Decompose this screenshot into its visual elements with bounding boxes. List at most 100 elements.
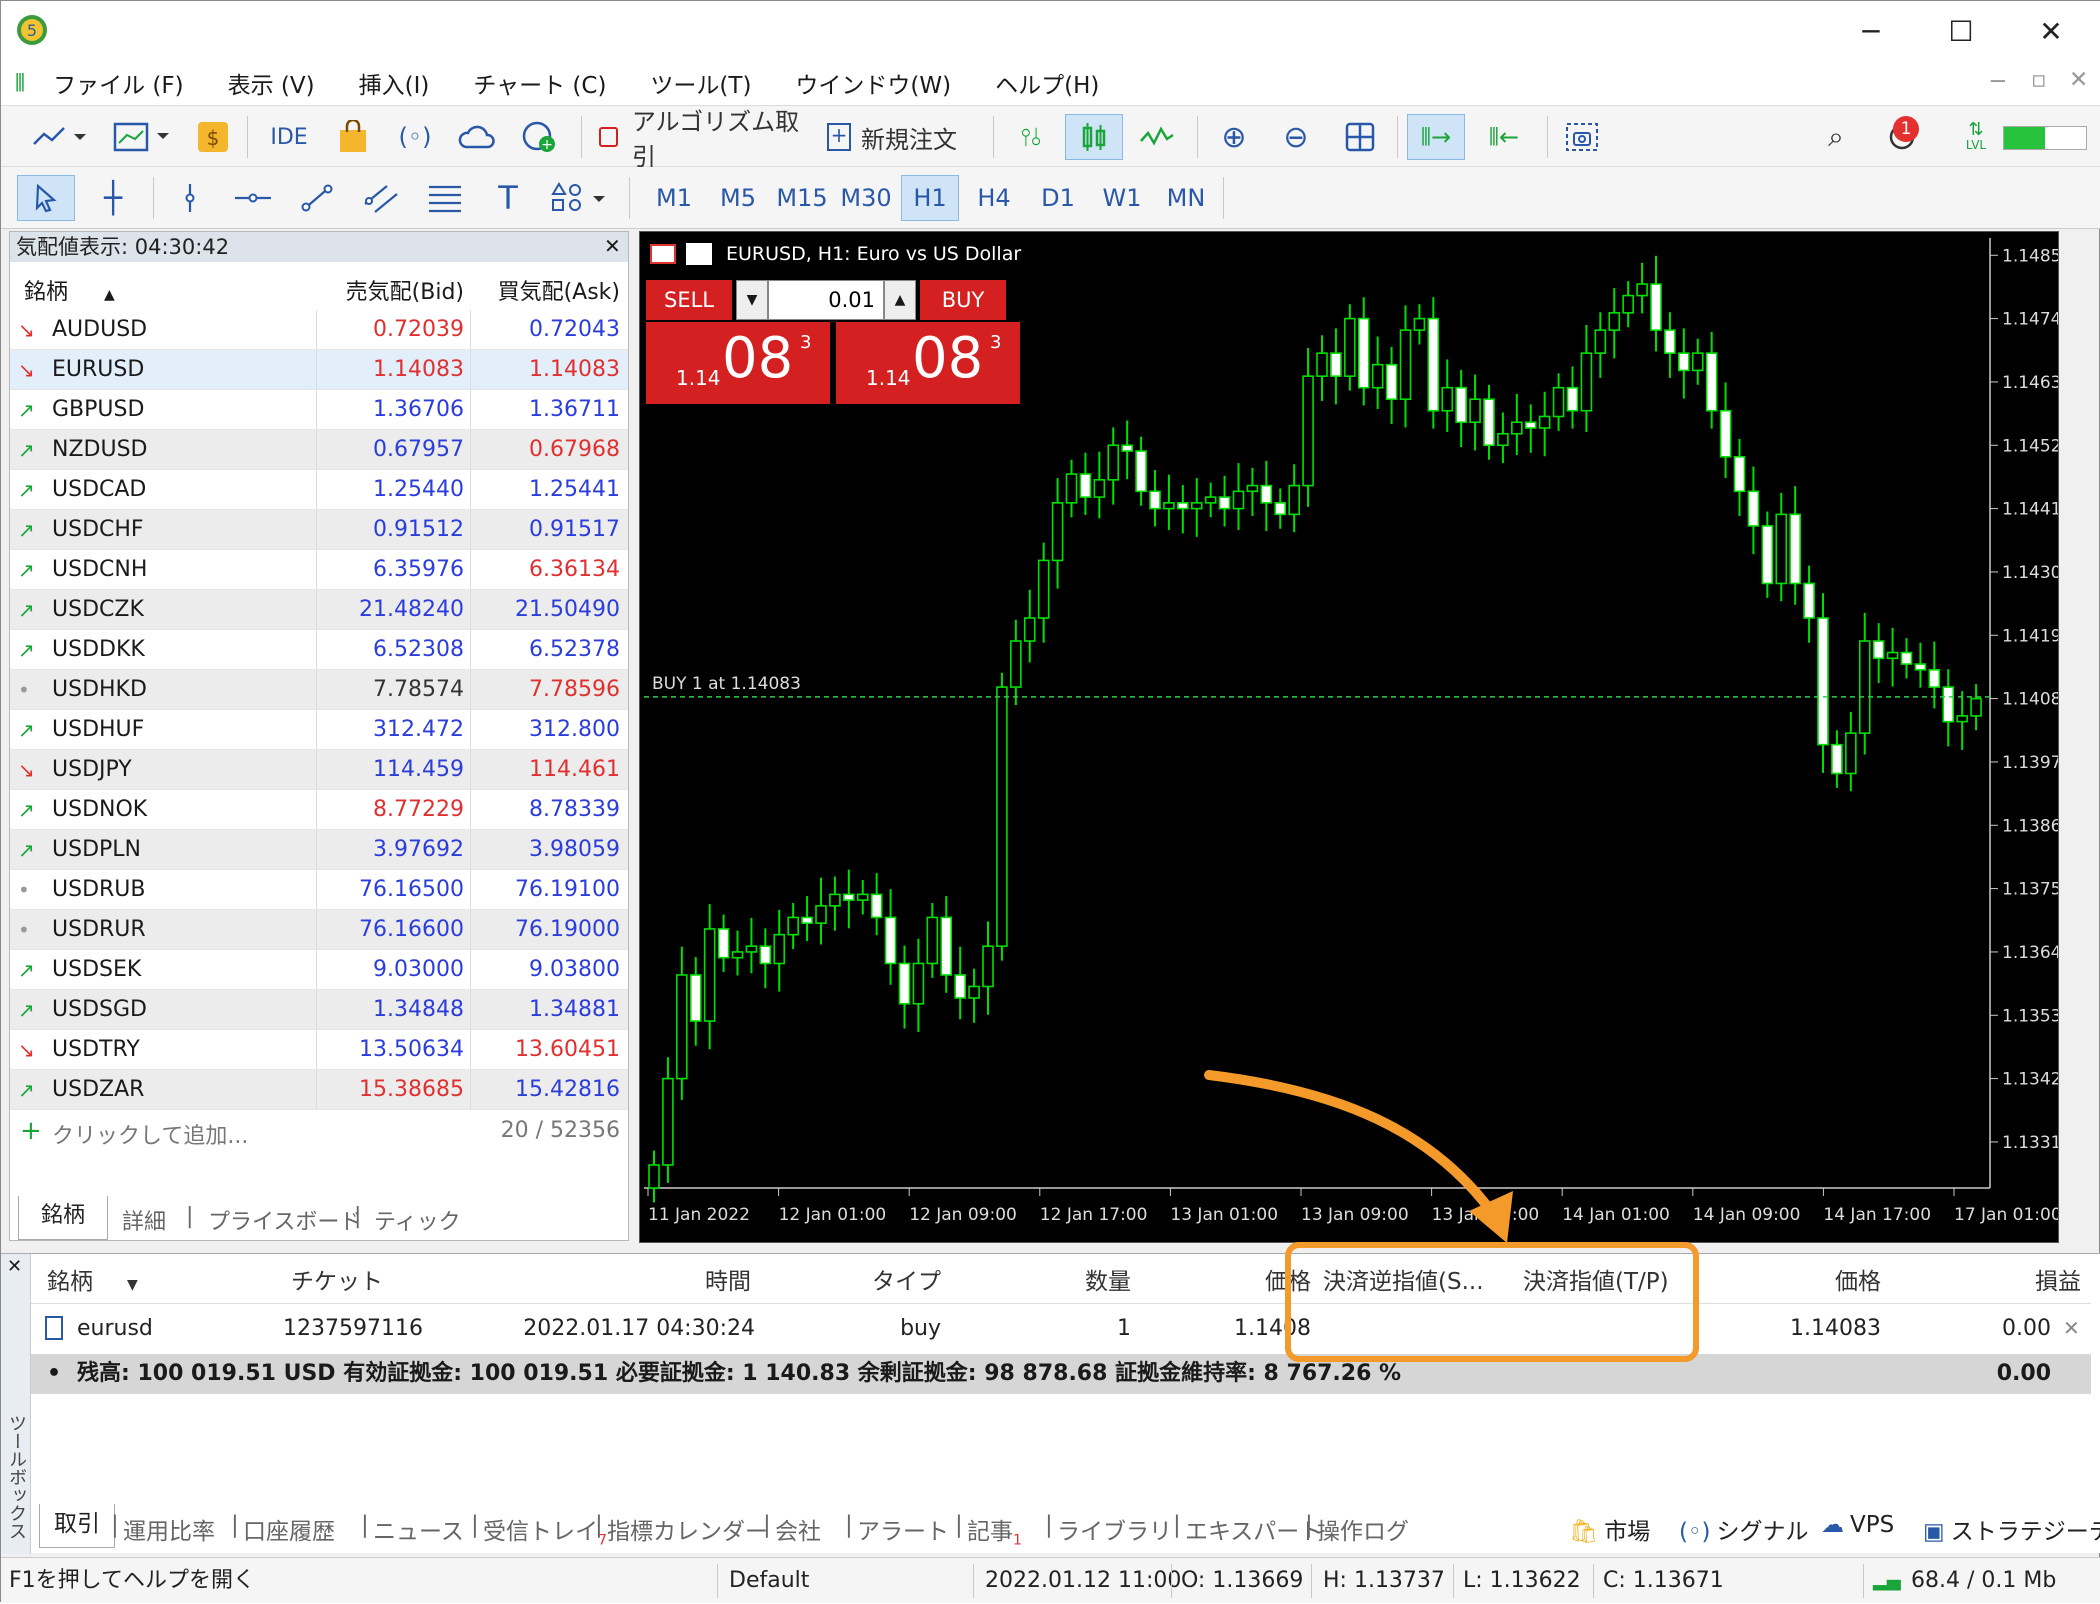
tab-exposure[interactable]: 運用比率 (123, 1512, 215, 1546)
market-watch-row[interactable]: ↗ USDSEK 9.03000 9.03800 (10, 950, 628, 990)
tf-mn[interactable]: MN (1157, 175, 1215, 221)
col-ask-header[interactable]: 買気配(Ask) (480, 274, 620, 306)
mdi-restore-icon[interactable]: ▫ (2031, 67, 2047, 93)
strategy-tester-tab[interactable]: ▣ストラテジーテスタ (1923, 1512, 2100, 1546)
sell-price-box[interactable]: 1.14 08 3 (646, 322, 830, 404)
tf-m5[interactable]: M5 (709, 175, 767, 221)
close-button[interactable]: ✕ (2011, 1, 2091, 61)
signal-icon[interactable]: (◦) (393, 114, 437, 160)
add-symbol-row[interactable]: + クリックして追加... 20 / 52356 (10, 1110, 628, 1154)
market-watch-row[interactable]: ↘ USDJPY 114.459 114.461 (10, 750, 628, 790)
col-time-header[interactable]: 時間 (631, 1262, 751, 1296)
market-watch-row[interactable]: • USDRUB 76.16500 76.19100 (10, 870, 628, 910)
mdi-close-icon[interactable]: ✕ (2069, 67, 2088, 93)
market-watch-row[interactable]: ↗ USDSGD 1.34848 1.34881 (10, 990, 628, 1030)
algo-trading-button[interactable]: アルゴリズム取引 (599, 108, 809, 171)
shapes-icon[interactable] (545, 175, 617, 221)
signal-strength-icon[interactable]: ⇅ LVL (1953, 114, 1999, 160)
chart-shift-icon[interactable]: ⫴← (1475, 114, 1533, 160)
market-watch-row[interactable]: ↗ USDZAR 15.38685 15.42816 (10, 1070, 628, 1110)
vps-tab[interactable]: ☁ VPS (1821, 1512, 1894, 1538)
market-watch-row[interactable]: ↗ USDPLN 3.97692 3.98059 (10, 830, 628, 870)
position-row[interactable]: eurusd 1237597116 2022.01.17 04:30:24 bu… (31, 1304, 2091, 1354)
tab-ticks[interactable]: ティック (374, 1204, 461, 1236)
market-watch-row[interactable]: ↗ USDHUF 312.472 312.800 (10, 710, 628, 750)
status-profile[interactable]: Default (729, 1558, 809, 1604)
candlestick-icon[interactable] (1065, 114, 1123, 160)
tab-company[interactable]: 会社 (775, 1512, 821, 1546)
menu-file[interactable]: ファイル (F) (31, 66, 206, 100)
zoom-out-icon[interactable]: ⊖ (1271, 114, 1321, 160)
tab-details[interactable]: 詳細 (122, 1204, 166, 1236)
cursor-icon[interactable] (17, 175, 75, 221)
tile-windows-icon[interactable] (1335, 114, 1385, 160)
toolbox-close-icon[interactable]: ✕ (7, 1256, 22, 1277)
tab-mailbox[interactable]: 受信トレイ7 (483, 1512, 607, 1549)
col-price-header[interactable]: 価格 (1231, 1262, 1311, 1296)
col-type-header[interactable]: タイプ (851, 1262, 941, 1296)
col-bid-header[interactable]: 売気配(Bid) (334, 274, 464, 306)
fibonacci-icon[interactable] (419, 175, 471, 221)
tf-m1[interactable]: M1 (645, 175, 703, 221)
buy-price-box[interactable]: 1.14 08 3 (836, 322, 1020, 404)
market-watch-row[interactable]: ↘ EURUSD 1.14083 1.14083 (10, 350, 628, 390)
signals-tab[interactable]: (◦) シグナル (1679, 1512, 1809, 1546)
new-order-button[interactable]: + 新規注文 (827, 114, 977, 160)
volume-down-button[interactable]: ▼ (736, 280, 768, 320)
market-watch-row[interactable]: ↗ USDCAD 1.25440 1.25441 (10, 470, 628, 510)
market-watch-row[interactable]: ↗ USDCHF 0.91512 0.91517 (10, 510, 628, 550)
col-current-price-header[interactable]: 価格 (1771, 1262, 1881, 1296)
volume-up-button[interactable]: ▲ (884, 280, 916, 320)
col-symbol-header[interactable]: 銘柄 ▼ (47, 1262, 138, 1296)
tab-experts[interactable]: エキスパート (1185, 1512, 1322, 1546)
market-watch-row[interactable]: ↗ USDDKK 6.52308 6.52378 (10, 630, 628, 670)
tab-calendar[interactable]: 指標カレンダー (607, 1512, 768, 1546)
menu-tools[interactable]: ツール(T) (628, 66, 773, 100)
market-watch-row[interactable]: ↗ USDCZK 21.48240 21.50490 (10, 590, 628, 630)
tab-news[interactable]: ニュース (373, 1512, 464, 1546)
market-icon[interactable]: $ (191, 114, 235, 160)
web-terminal-icon[interactable]: + (517, 114, 561, 160)
tab-trade[interactable]: 取引 (39, 1504, 115, 1548)
text-tool-icon[interactable]: T (483, 175, 533, 221)
vertical-line-icon[interactable] (165, 175, 215, 221)
menu-chart[interactable]: チャート (C) (451, 66, 628, 100)
market-watch-row[interactable]: ↗ NZDUSD 0.67957 0.67968 (10, 430, 628, 470)
col-profit-header[interactable]: 損益 (1991, 1262, 2081, 1296)
minimize-button[interactable]: ─ (1831, 1, 1911, 61)
market-watch-close-icon[interactable]: ✕ (604, 234, 621, 258)
chart-type-icon[interactable] (23, 114, 93, 160)
maximize-button[interactable]: ☐ (1921, 1, 2001, 61)
menu-help[interactable]: ヘルプ(H) (973, 66, 1121, 100)
ide-button[interactable]: IDE (263, 114, 315, 160)
tab-journal[interactable]: 操作ログ (1317, 1512, 1409, 1546)
menu-view[interactable]: 表示 (V) (206, 66, 337, 100)
col-sl-header[interactable]: 決済逆指値(S... (1323, 1262, 1484, 1296)
trend-line-icon[interactable] (291, 175, 343, 221)
market-tab[interactable]: 🛍 市場 (1569, 1512, 1650, 1546)
screenshot-icon[interactable] (1557, 114, 1607, 160)
market-watch-row[interactable]: • USDHKD 7.78574 7.78596 (10, 670, 628, 710)
col-tp-header[interactable]: 決済指値(T/P) (1523, 1262, 1669, 1296)
horizontal-line-icon[interactable] (227, 175, 279, 221)
chart-window[interactable]: 1.148501.147401.146301.145201.144101.143… (639, 231, 2059, 1243)
cloud-icon[interactable] (455, 114, 499, 160)
market-watch-row[interactable]: ↗ GBPUSD 1.36706 1.36711 (10, 390, 628, 430)
tf-h4[interactable]: H4 (965, 175, 1023, 221)
col-volume-header[interactable]: 数量 (1041, 1262, 1131, 1296)
templates-icon[interactable] (105, 114, 177, 160)
shopping-bag-icon[interactable] (331, 114, 375, 160)
tab-alerts[interactable]: アラート (857, 1512, 949, 1546)
sell-button[interactable]: SELL (646, 280, 732, 320)
tf-d1[interactable]: D1 (1029, 175, 1087, 221)
market-watch-row[interactable]: • USDRUR 76.16600 76.19000 (10, 910, 628, 950)
tab-library[interactable]: ライブラリ (1057, 1512, 1172, 1546)
bar-chart-icon[interactable]: ⫯⫰ (1005, 114, 1057, 160)
menu-window[interactable]: ウインドウ(W) (773, 66, 973, 100)
col-ticket-header[interactable]: チケット (291, 1262, 383, 1296)
tf-m15[interactable]: M15 (773, 175, 831, 221)
zoom-in-icon[interactable]: ⊕ (1209, 114, 1259, 160)
market-watch-row[interactable]: ↘ AUDUSD 0.72039 0.72043 (10, 310, 628, 350)
tab-price-board[interactable]: プライスボード (208, 1204, 361, 1236)
volume-input[interactable] (768, 280, 884, 320)
